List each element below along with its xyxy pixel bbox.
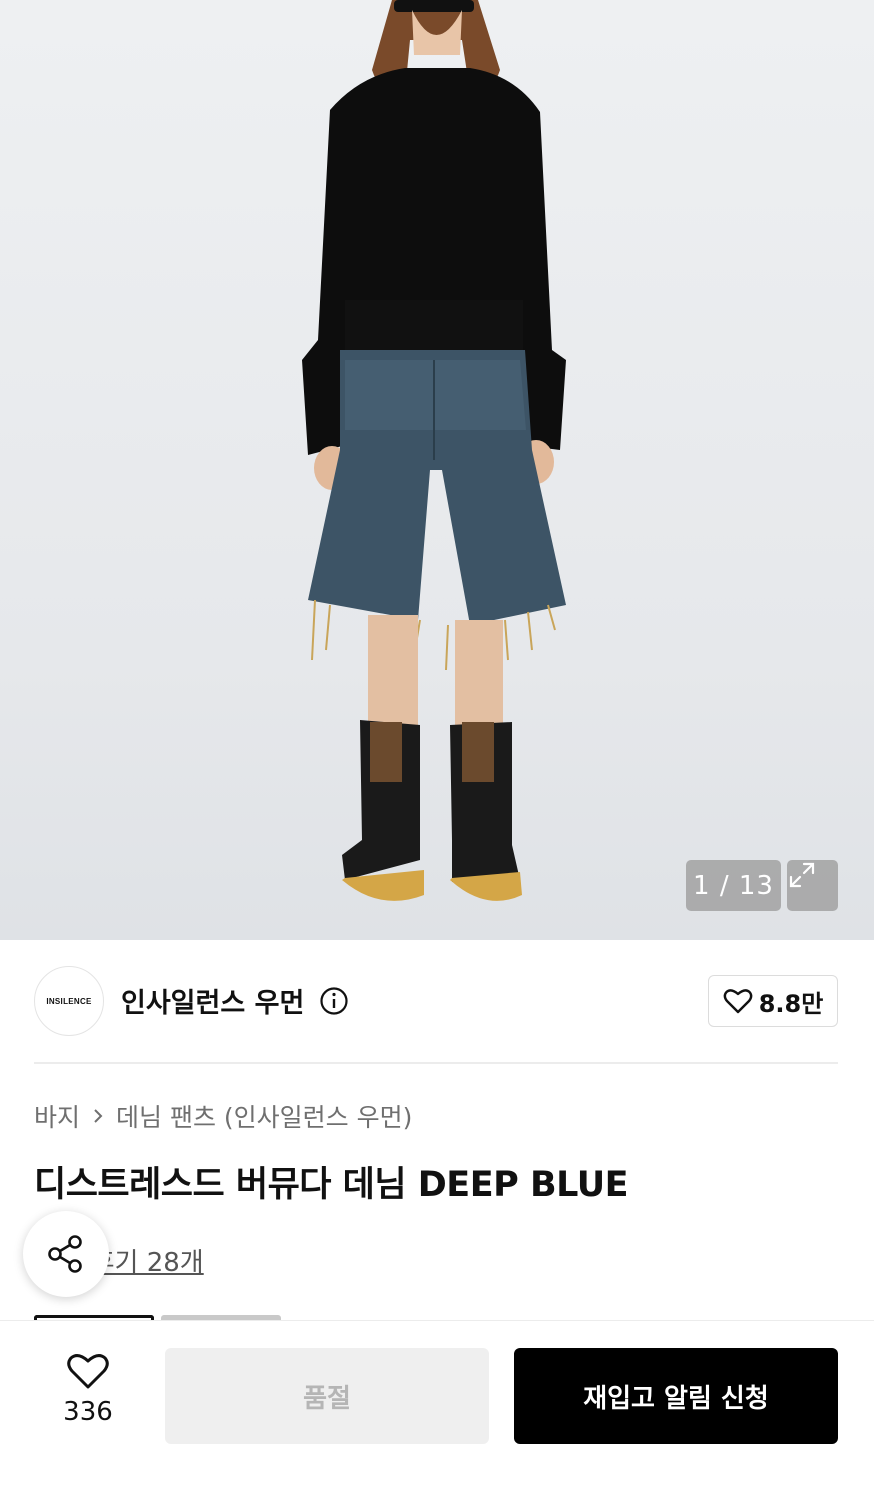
- brand-logo-text: INSILENCE: [46, 996, 92, 1006]
- bottom-action-bar: 336 품절 재입고 알림 신청: [0, 1320, 874, 1500]
- brand-like-count: 8.8만: [758, 989, 824, 1018]
- product-image[interactable]: 1 / 13: [0, 0, 874, 940]
- breadcrumb-subcategory[interactable]: 데님 팬츠 (인사일런스 우먼): [116, 1098, 412, 1134]
- heart-icon: [723, 989, 753, 1014]
- brand-like-button[interactable]: 8.8만: [708, 975, 838, 1027]
- share-icon: [48, 1235, 82, 1273]
- wish-count: 336: [63, 1397, 113, 1427]
- expand-icon: [789, 862, 815, 888]
- model-illustration: [302, 0, 566, 901]
- divider: [34, 1062, 838, 1064]
- chevron-right-icon: [94, 1109, 103, 1123]
- brand-row: INSILENCE 인사일런스 우먼 8.8만: [34, 966, 838, 1036]
- image-counter: 1 / 13: [686, 860, 781, 911]
- heart-icon: [67, 1354, 109, 1389]
- restock-alert-button[interactable]: 재입고 알림 신청: [514, 1348, 838, 1444]
- wish-button[interactable]: 336: [52, 1351, 124, 1441]
- image-counter-text: 1 / 13: [693, 870, 774, 901]
- product-title: 디스트레스드 버뮤다 데님 DEEP BLUE: [34, 1165, 629, 1205]
- info-icon[interactable]: [319, 986, 349, 1016]
- breadcrumb-category[interactable]: 바지: [34, 1098, 80, 1134]
- brand-logo[interactable]: INSILENCE: [34, 966, 104, 1036]
- brand-name[interactable]: 인사일런스 우먼: [121, 981, 304, 1020]
- soldout-button[interactable]: 품절: [165, 1348, 489, 1444]
- expand-button[interactable]: [787, 860, 838, 911]
- breadcrumb: 바지 데님 팬츠 (인사일런스 우먼): [34, 1098, 412, 1134]
- share-button[interactable]: [23, 1211, 109, 1297]
